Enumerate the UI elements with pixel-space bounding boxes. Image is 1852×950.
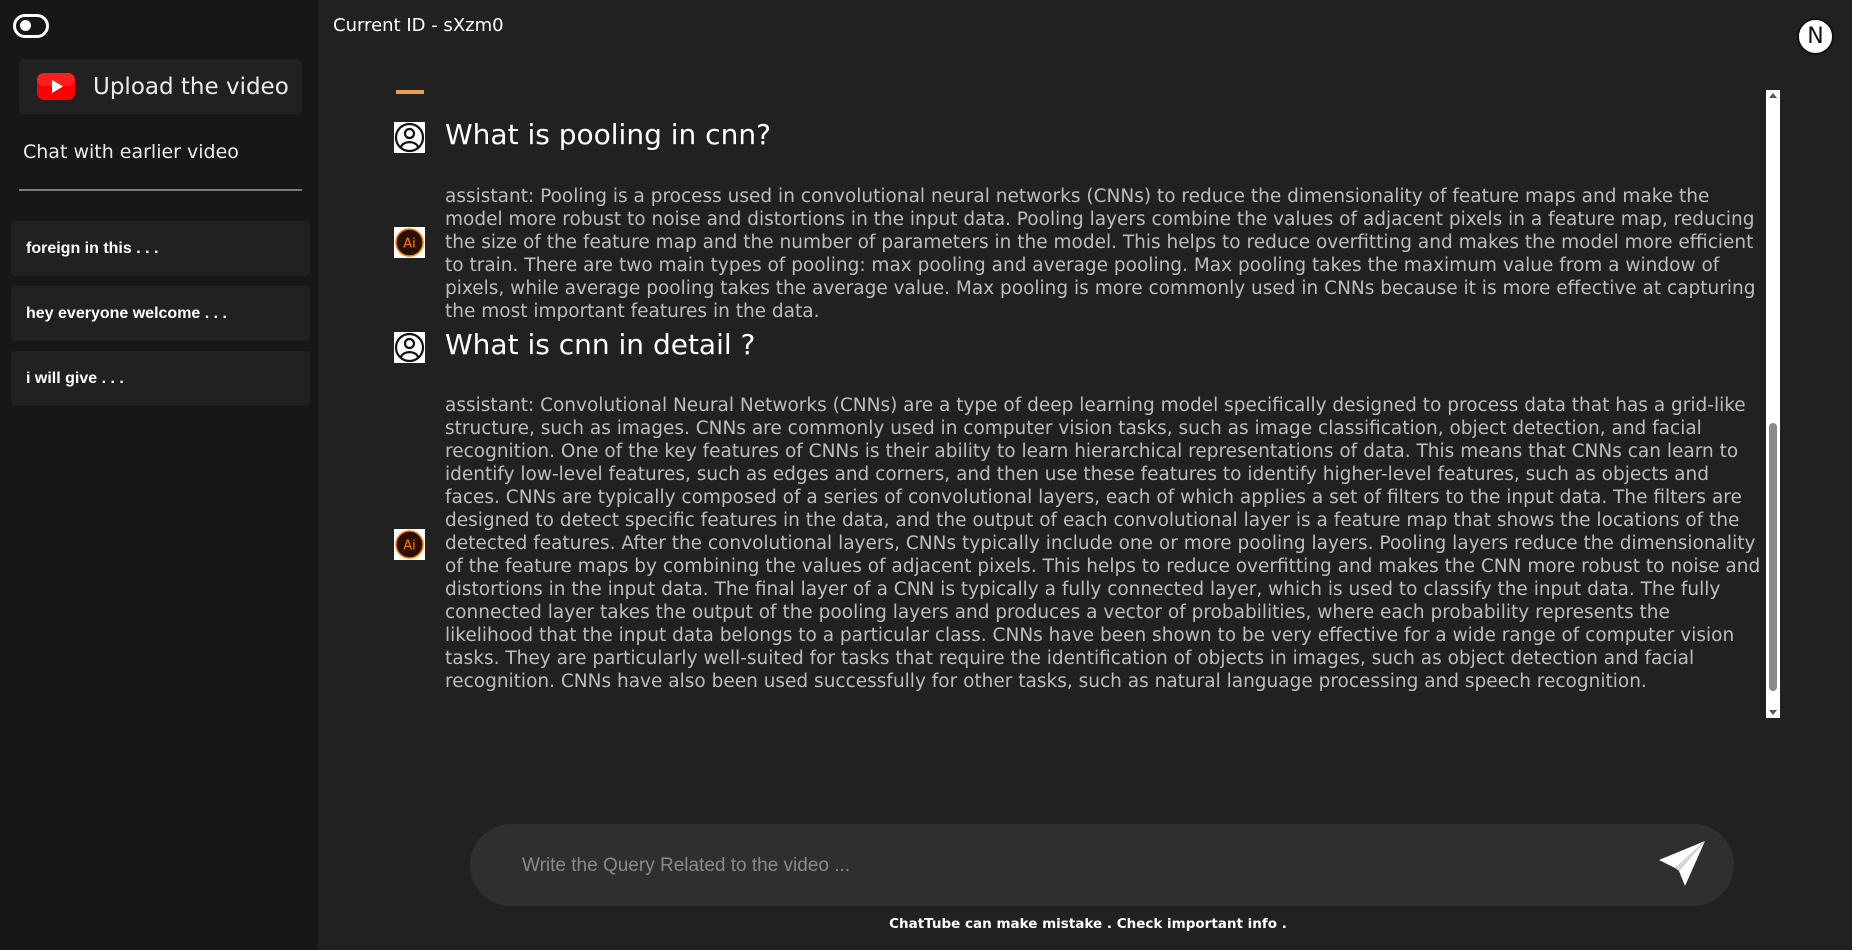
send-icon[interactable] bbox=[1655, 838, 1709, 890]
history-item-label: foreign in this . . . bbox=[26, 239, 159, 257]
earlier-video-heading: Chat with earlier video bbox=[23, 141, 239, 163]
avatar[interactable]: N bbox=[1797, 18, 1834, 55]
upload-video-label: Upload the video bbox=[93, 73, 289, 100]
youtube-icon bbox=[37, 73, 75, 100]
user-icon bbox=[394, 122, 425, 153]
history-item[interactable]: hey everyone welcome . . . bbox=[11, 286, 310, 341]
query-input[interactable] bbox=[520, 844, 1604, 888]
upload-video-button[interactable]: Upload the video bbox=[19, 59, 302, 114]
sidebar-toggle-icon[interactable] bbox=[13, 14, 49, 38]
user-question: What is pooling in cnn? bbox=[445, 118, 771, 151]
query-input-container bbox=[470, 824, 1734, 906]
assistant-answer: assistant: Pooling is a process used in … bbox=[445, 186, 1756, 322]
partial-ai-icon bbox=[396, 90, 424, 94]
scroll-up-arrow-icon[interactable] bbox=[1769, 93, 1777, 98]
user-icon bbox=[394, 332, 425, 363]
assistant-answer: assistant: Convolutional Neural Networks… bbox=[445, 395, 1761, 692]
current-id-label: Current ID - sXzm0 bbox=[333, 15, 504, 36]
history-item-label: i will give . . . bbox=[26, 369, 124, 387]
history-item-label: hey everyone welcome . . . bbox=[26, 304, 227, 322]
sidebar-divider bbox=[19, 189, 302, 191]
app-root: Upload the video Chat with earlier video… bbox=[0, 0, 1852, 950]
svg-text:Ai: Ai bbox=[403, 539, 416, 554]
scroll-down-arrow-icon[interactable] bbox=[1769, 710, 1777, 715]
sidebar: Upload the video Chat with earlier video… bbox=[0, 0, 318, 950]
disclaimer-text: ChatTube can make mistake . Check import… bbox=[889, 916, 1287, 932]
chat-scrollbar[interactable] bbox=[1766, 90, 1780, 718]
user-question: What is cnn in detail ? bbox=[445, 328, 756, 361]
ai-icon: Ai bbox=[394, 227, 425, 258]
scrollbar-thumb[interactable] bbox=[1769, 423, 1777, 691]
history-item[interactable]: foreign in this . . . bbox=[11, 221, 310, 276]
svg-text:Ai: Ai bbox=[403, 237, 416, 252]
chat-area: What is pooling in cnn? Ai assistant: Po… bbox=[392, 90, 1766, 718]
toggle-knob bbox=[20, 20, 31, 31]
history-item[interactable]: i will give . . . bbox=[11, 351, 310, 406]
ai-icon: Ai bbox=[394, 529, 425, 560]
